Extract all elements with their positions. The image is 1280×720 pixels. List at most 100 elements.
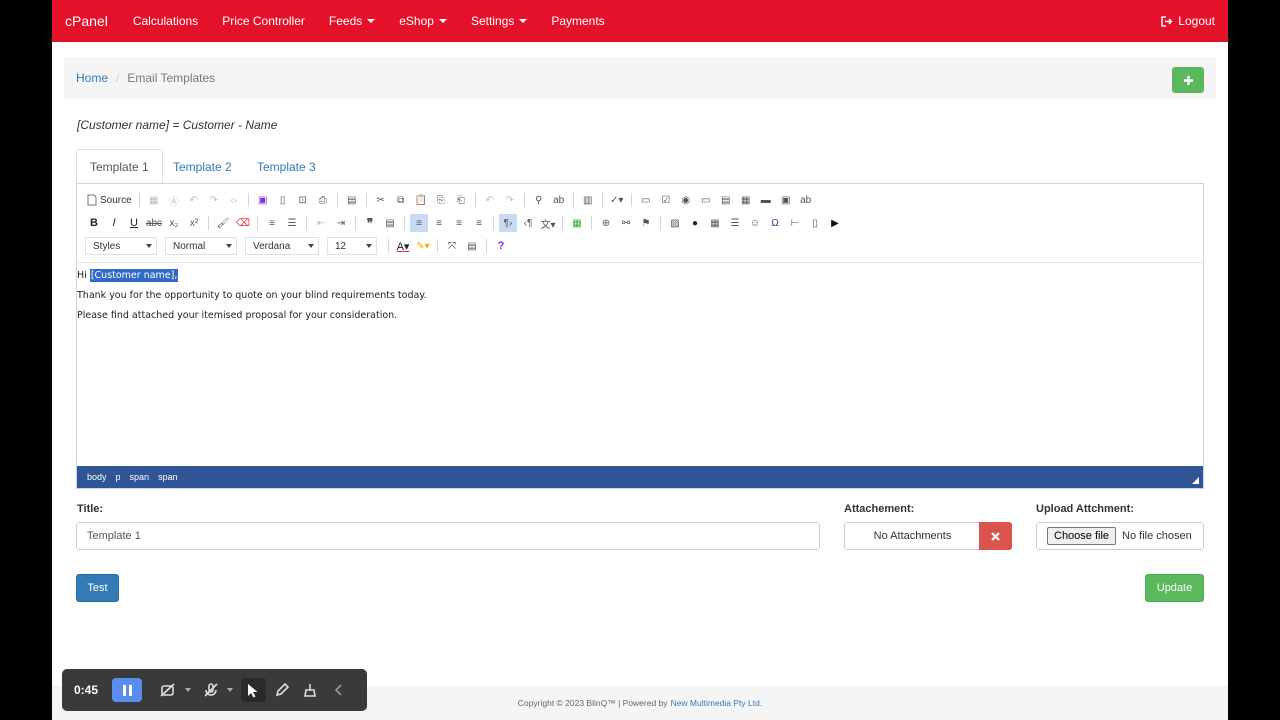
align-center-icon[interactable]: ≡ [430,214,448,232]
paste-icon[interactable]: 📋 [412,191,430,209]
image-icon[interactable]: ▨ [666,214,684,232]
flash-icon[interactable]: ● [686,214,704,232]
nav-price-controller[interactable]: Price Controller [210,14,317,28]
undo-icon[interactable]: ↶ [481,191,499,209]
templates-icon[interactable]: ▤ [343,191,361,209]
collapse-toolbar-button[interactable] [327,678,351,702]
template-icon[interactable]: ▦ [145,191,163,209]
image-button-icon[interactable]: ▣ [777,191,795,209]
size-select[interactable]: 12 [327,237,377,255]
breadcrumb-home[interactable]: Home [76,71,108,85]
numbered-list-icon[interactable]: ≡ [263,214,281,232]
replace-icon[interactable]: ab [550,191,568,209]
styles-select[interactable]: Styles [85,237,157,255]
save-icon[interactable]: ▣ [254,191,272,209]
redo-dim-icon[interactable]: ↷ [205,191,223,209]
paste-text-icon[interactable]: ⎘ [432,191,450,209]
footer-link[interactable]: New Multimedia Pty Ltd. [671,698,763,708]
camera-off-button[interactable] [156,678,180,702]
nav-feeds[interactable]: Feeds [317,14,387,28]
select-all-icon[interactable]: ▥ [579,191,597,209]
find-icon[interactable]: ⚲ [530,191,548,209]
align-left-icon[interactable]: ≡ [410,214,428,232]
update-button[interactable]: Update [1145,574,1204,602]
text-color-icon[interactable]: A▾ [394,237,412,255]
bold-icon[interactable]: B [85,214,103,232]
italic-icon[interactable]: I [105,214,123,232]
remove-format-icon[interactable]: ⌫ [234,214,252,232]
button-field-icon[interactable]: ▬ [757,191,775,209]
mic-off-button[interactable] [199,678,223,702]
select-field-icon[interactable]: ▦ [737,191,755,209]
align-right-icon[interactable]: ≡ [450,214,468,232]
subscript-icon[interactable]: x₂ [165,214,183,232]
indent-icon[interactable]: ⇥ [332,214,350,232]
underline-icon[interactable]: U [125,214,143,232]
checkbox-icon[interactable]: ☑ [657,191,675,209]
superscript-icon[interactable]: x² [185,214,203,232]
justify-icon[interactable]: ≡ [470,214,488,232]
textfield-icon[interactable]: ▭ [697,191,715,209]
redo-icon[interactable]: ↷ [501,191,519,209]
choose-file-button[interactable]: Choose file [1047,527,1117,545]
nav-payments[interactable]: Payments [539,14,616,28]
source-button[interactable]: Source [85,191,134,209]
hidden-field-icon[interactable]: ab [797,191,815,209]
preview-icon[interactable]: ⊡ [294,191,312,209]
path-item-p[interactable]: p [116,472,121,482]
help-icon[interactable]: ? [492,237,510,255]
resize-handle-icon[interactable] [1192,477,1199,484]
test-button[interactable]: Test [76,574,119,602]
smiley-icon[interactable]: ☺ [746,214,764,232]
path-item-span[interactable]: span [130,472,150,482]
maximize-icon[interactable]: ⤧ [443,237,461,255]
pointer-tool-button[interactable] [241,678,266,702]
globe-link-icon[interactable]: ⊕ [597,214,615,232]
show-blocks-icon[interactable]: ▤ [463,237,481,255]
font-select[interactable]: Verdana [245,237,319,255]
brand-logo[interactable]: cPanel [65,13,108,29]
radio-icon[interactable]: ◉ [677,191,695,209]
div-icon[interactable]: ▤ [381,214,399,232]
path-item-span-inner[interactable]: span [158,472,178,482]
remove-attachment-button[interactable] [979,522,1012,550]
textarea-icon[interactable]: ▤ [717,191,735,209]
youtube-icon[interactable]: ▶ [826,214,844,232]
add-template-button[interactable] [1172,67,1204,93]
language-icon[interactable]: 文▾ [539,214,557,232]
table-icon[interactable]: ▦ [706,214,724,232]
anchor-icon[interactable]: ⚑ [637,214,655,232]
chevron-down-icon[interactable] [184,688,191,692]
unlink-icon[interactable]: ⚯ [617,214,635,232]
blockquote-icon[interactable]: ❞ [361,214,379,232]
copy-icon[interactable]: ⧉ [392,191,410,209]
tab-template-3[interactable]: Template 3 [244,149,329,184]
rtl-icon[interactable]: ‹¶ [519,214,537,232]
cut-icon[interactable]: ✂ [372,191,390,209]
new-page-icon[interactable]: ▯ [274,191,292,209]
pause-button[interactable] [112,678,143,702]
nav-settings[interactable]: Settings [459,14,539,28]
remove-format-icon[interactable]: Ⓐ [165,191,183,209]
form-icon[interactable]: ▭ [637,191,655,209]
editor-content[interactable]: Hi [Customer name], Thank you for the op… [77,262,1203,467]
chevron-down-icon[interactable] [227,688,234,692]
spellcheck-icon[interactable]: ✓▾ [608,191,626,209]
title-input[interactable]: Template 1 [76,522,820,550]
path-item-body[interactable]: body [87,472,107,482]
horizontal-line-icon[interactable]: ☰ [726,214,744,232]
eraser-tool-button[interactable] [298,678,322,702]
strikethrough-icon[interactable]: abc [145,214,163,232]
tab-template-2[interactable]: Template 2 [160,149,245,184]
bulleted-list-icon[interactable]: ☰ [283,214,301,232]
tab-template-1[interactable]: Template 1 [76,149,163,184]
bg-color-icon[interactable]: ✎▾ [414,237,432,255]
outdent-icon[interactable]: ⇤ [312,214,330,232]
page-break-icon[interactable]: ⊢ [786,214,804,232]
ltr-icon[interactable]: ¶› [499,214,517,232]
copy-format-icon[interactable]: 🖌 [214,214,232,232]
iframe-icon[interactable]: ▯ [806,214,824,232]
print-icon[interactable]: ⎙ [314,191,332,209]
link-icon[interactable]: ▦ [568,214,586,232]
format-select[interactable]: Normal [165,237,237,255]
